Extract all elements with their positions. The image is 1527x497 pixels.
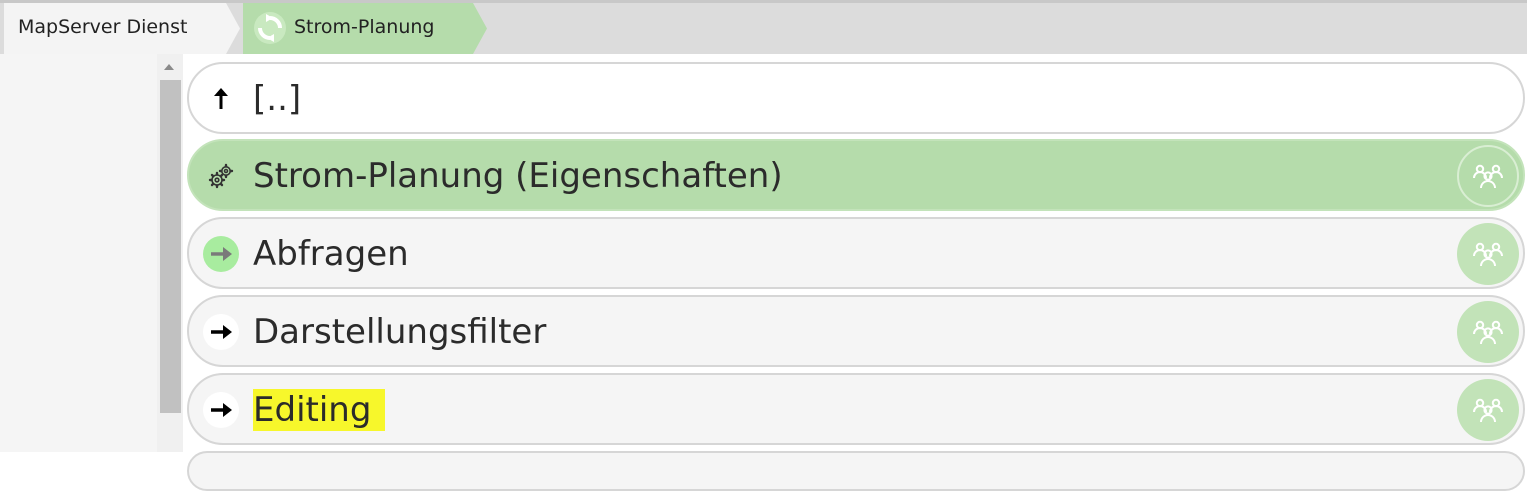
arrow-right-icon bbox=[203, 392, 239, 428]
users-icon bbox=[1473, 320, 1503, 345]
left-panel bbox=[0, 54, 157, 452]
users-icon bbox=[1473, 398, 1503, 423]
arrow-up-icon bbox=[203, 81, 239, 117]
breadcrumb-item-mapserver-dienst[interactable]: MapServer Dienst bbox=[4, 3, 240, 54]
list-item-editing[interactable]: Editing bbox=[187, 373, 1525, 445]
list-item-label: Editing bbox=[253, 389, 386, 431]
breadcrumb-item-strom-planung[interactable]: Strom-Planung bbox=[243, 3, 487, 54]
breadcrumb-root-label: MapServer Dienst bbox=[18, 16, 188, 38]
users-icon bbox=[1473, 164, 1503, 189]
arrow-right-icon bbox=[203, 314, 239, 350]
list-item-label: Strom-Planung (Eigenschaften) bbox=[253, 156, 783, 196]
breadcrumb-active-label: Strom-Planung bbox=[294, 16, 435, 38]
users-button[interactable] bbox=[1457, 223, 1519, 285]
list-item-label: Abfragen bbox=[253, 234, 409, 274]
scroll-up-arrow-icon[interactable] bbox=[164, 64, 174, 70]
list-item-darstellungsfilter[interactable]: Darstellungsfilter bbox=[187, 295, 1525, 367]
list-item-abfragen[interactable]: Abfragen bbox=[187, 217, 1525, 289]
list-item-next[interactable] bbox=[187, 451, 1525, 491]
list-item-label: [..] bbox=[253, 79, 302, 119]
scrollbar[interactable] bbox=[157, 54, 183, 452]
scroll-thumb[interactable] bbox=[160, 80, 181, 413]
gears-icon bbox=[203, 158, 239, 194]
list-item-parent[interactable]: [..] bbox=[187, 62, 1525, 134]
users-button[interactable] bbox=[1457, 301, 1519, 363]
list-item-eigenschaften[interactable]: Strom-Planung (Eigenschaften) bbox=[187, 139, 1525, 211]
refresh-icon[interactable] bbox=[253, 11, 287, 45]
users-button[interactable] bbox=[1457, 379, 1519, 441]
arrow-right-icon bbox=[203, 236, 239, 272]
service-item-list: [..] Strom-Planung (Eigenschaften) Abfra… bbox=[187, 62, 1527, 497]
users-icon bbox=[1473, 242, 1503, 267]
list-item-label: Darstellungsfilter bbox=[253, 312, 547, 352]
breadcrumb: MapServer Dienst Strom-Planung bbox=[0, 0, 1527, 54]
users-button[interactable] bbox=[1457, 145, 1519, 207]
